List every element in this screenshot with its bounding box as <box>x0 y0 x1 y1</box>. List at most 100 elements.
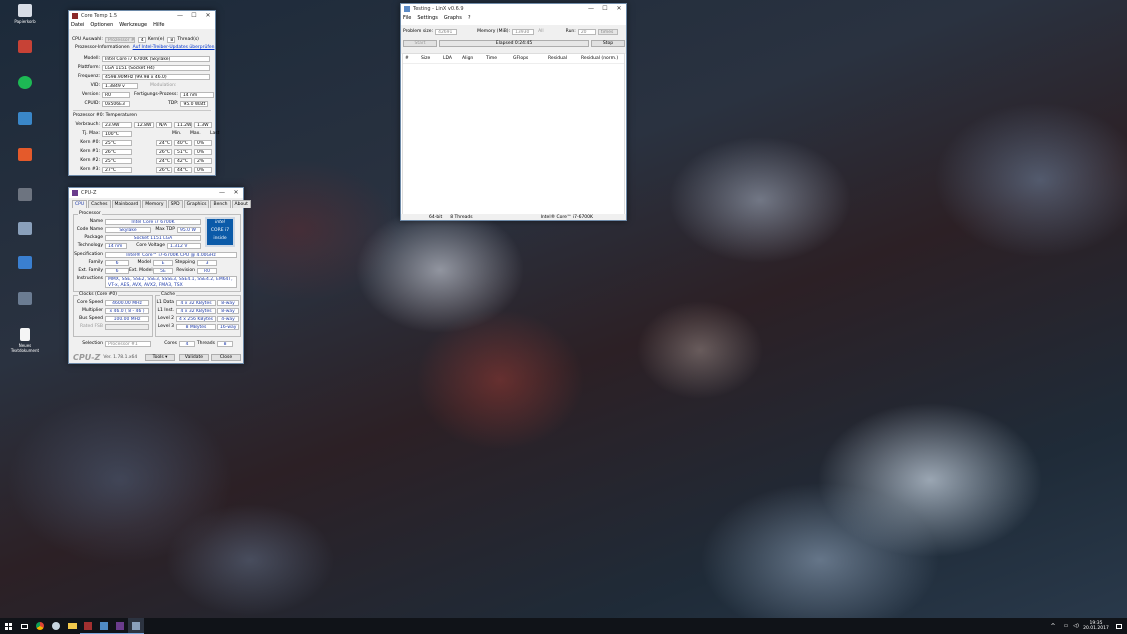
tab-cpu[interactable]: CPU <box>72 200 88 208</box>
tab-caches[interactable]: Caches <box>88 200 111 208</box>
column-header-index[interactable]: # <box>405 56 409 61</box>
linx-titlebar[interactable]: Testing - LinX v0.6.9 — ☐ ✕ <box>401 4 626 14</box>
task-view-button[interactable] <box>16 618 32 634</box>
desktop-icon-5[interactable] <box>8 148 42 163</box>
tab-graphics[interactable]: Graphics <box>183 200 210 208</box>
desktop-icon-8[interactable] <box>8 256 42 271</box>
tab-about[interactable]: About <box>231 200 251 208</box>
multiplier-value: x 46.0 ( 8 - 46 ) <box>105 307 149 314</box>
all-memory-checkbox[interactable]: All <box>538 29 544 34</box>
specification-label: Specification <box>74 252 103 257</box>
column-header-gflops[interactable]: GFlops <box>513 56 528 61</box>
codename-label: Code Name <box>76 227 103 232</box>
taskbar-app[interactable] <box>128 618 144 634</box>
tray-chevron[interactable]: ^ <box>1045 618 1061 634</box>
desktop-icon-6[interactable] <box>8 188 42 203</box>
level3-ways: 16-way <box>217 323 239 330</box>
cpuz-titlebar[interactable]: CPU-Z — ✕ <box>69 188 243 198</box>
column-header-size[interactable]: Size <box>421 56 430 61</box>
problem-size-input[interactable]: 42691 <box>435 28 458 35</box>
core-row: Kern #1: 26°C 26°C 51°C 0% <box>72 148 212 155</box>
threads-label: Thread(s) <box>177 37 199 42</box>
name-label: Name <box>89 219 103 224</box>
process-value: 14 nm <box>179 91 214 98</box>
taskbar-chrome[interactable] <box>32 618 48 634</box>
column-header-lda[interactable]: LDA <box>443 56 452 61</box>
tray-network[interactable]: ▭ <box>1061 618 1071 634</box>
core-min: 26°C <box>156 148 172 155</box>
stop-button[interactable]: Stop <box>591 40 625 47</box>
l1-inst-ways: 8-way <box>217 307 239 314</box>
maximize-icon[interactable]: ☐ <box>598 4 612 14</box>
taskbar-cpuz[interactable] <box>112 618 128 634</box>
column-header-residual[interactable]: Residual <box>548 56 567 61</box>
taskbar-explorer[interactable] <box>64 618 80 634</box>
run-count-input[interactable]: 20 <box>577 28 596 35</box>
model-value: E <box>153 259 173 266</box>
start-button[interactable] <box>0 618 16 634</box>
tray-clock[interactable]: 19:35 20.01.2017 <box>1081 621 1111 631</box>
taskbar-coretemp[interactable] <box>80 618 96 634</box>
desktop-icon-recycle-bin[interactable]: Papierkorb <box>8 4 42 24</box>
core-speed-label: Core Speed <box>77 300 103 305</box>
l1-inst-label: L1 Inst. <box>157 308 174 313</box>
close-icon[interactable]: ✕ <box>201 11 215 21</box>
intel-badge-top: intel <box>215 220 225 225</box>
minimize-icon[interactable]: — <box>215 188 229 198</box>
coretemp-titlebar[interactable]: Core Temp 1.5 — ☐ ✕ <box>69 11 215 21</box>
menu-hilfe[interactable]: Hilfe <box>153 22 164 28</box>
task-view-icon <box>20 623 28 629</box>
desktop-icon-9[interactable] <box>8 292 42 307</box>
core-max: 44°C <box>174 166 192 173</box>
menu-graphs[interactable]: Graphs <box>444 15 462 21</box>
desktop-icon-text-document[interactable]: Neues Textdokument <box>8 328 42 353</box>
tab-bench[interactable]: Bench <box>210 200 231 208</box>
menu-settings[interactable]: Settings <box>417 15 438 21</box>
close-button[interactable]: Close <box>211 354 241 361</box>
chrome-icon <box>36 622 44 630</box>
level3-value: 8 MBytes <box>176 323 216 330</box>
menu-file[interactable]: File <box>403 15 411 21</box>
column-header-residual-norm[interactable]: Residual (norm.) <box>581 56 618 61</box>
linx-menu: File Settings Graphs ? <box>401 14 626 22</box>
core-row: Kern #3: 27°C 26°C 44°C 0% <box>72 166 212 173</box>
selection-dropdown[interactable]: Processor #1 <box>105 340 151 347</box>
run-unit-dropdown[interactable]: times <box>597 28 618 35</box>
desktop-icon-7[interactable] <box>8 222 42 237</box>
close-icon[interactable]: ✕ <box>612 4 626 14</box>
menu-optionen[interactable]: Optionen <box>90 22 113 28</box>
desktop-icon-2[interactable] <box>8 40 42 55</box>
intel-core-i7-logo: intel CORE i7 inside <box>205 217 235 247</box>
column-header-time[interactable]: Time <box>486 56 497 61</box>
cores-value: 4 <box>179 340 195 347</box>
instructions-value: MMX, SSE, SSE2, SSE3, SSSE3, SSE4.1, SSE… <box>105 276 237 288</box>
memory-input[interactable]: 13930 <box>512 28 535 35</box>
desktop-icon-4[interactable] <box>8 112 42 127</box>
start-button[interactable]: Start <box>403 40 437 47</box>
cpuid-value: 0x506E3 <box>102 100 130 107</box>
threads-value: 8 <box>217 340 233 347</box>
column-header-align[interactable]: Align <box>462 56 473 61</box>
cpu-select-dropdown[interactable]: Prozessor #0 <box>104 36 135 43</box>
tray-volume[interactable]: ◁) <box>1071 618 1081 634</box>
tab-spd[interactable]: SPD <box>167 200 183 208</box>
separator <box>73 110 211 111</box>
taskbar-linx[interactable] <box>96 618 112 634</box>
maximize-icon[interactable]: ☐ <box>187 11 201 21</box>
driver-update-link[interactable]: Auf Intel-Treiber-Updates überprüfen <box>133 45 215 50</box>
minimize-icon[interactable]: — <box>173 11 187 21</box>
menu-werkzeuge[interactable]: Werkzeuge <box>119 22 147 28</box>
tools-button[interactable]: Tools ▾ <box>145 354 175 361</box>
menu-help[interactable]: ? <box>468 15 471 21</box>
instructions-label: Instructions <box>76 276 103 281</box>
minimize-icon[interactable]: — <box>584 4 598 14</box>
menu-datei[interactable]: Datei <box>71 22 84 28</box>
validate-button[interactable]: Validate <box>179 354 209 361</box>
core-min: 26°C <box>156 166 172 173</box>
desktop-icon-spotify[interactable] <box>8 76 42 91</box>
tab-memory[interactable]: Memory <box>142 200 167 208</box>
taskbar-steam[interactable] <box>48 618 64 634</box>
action-center-button[interactable] <box>1111 618 1127 634</box>
close-icon[interactable]: ✕ <box>229 188 243 198</box>
tab-mainboard[interactable]: Mainboard <box>111 200 142 208</box>
